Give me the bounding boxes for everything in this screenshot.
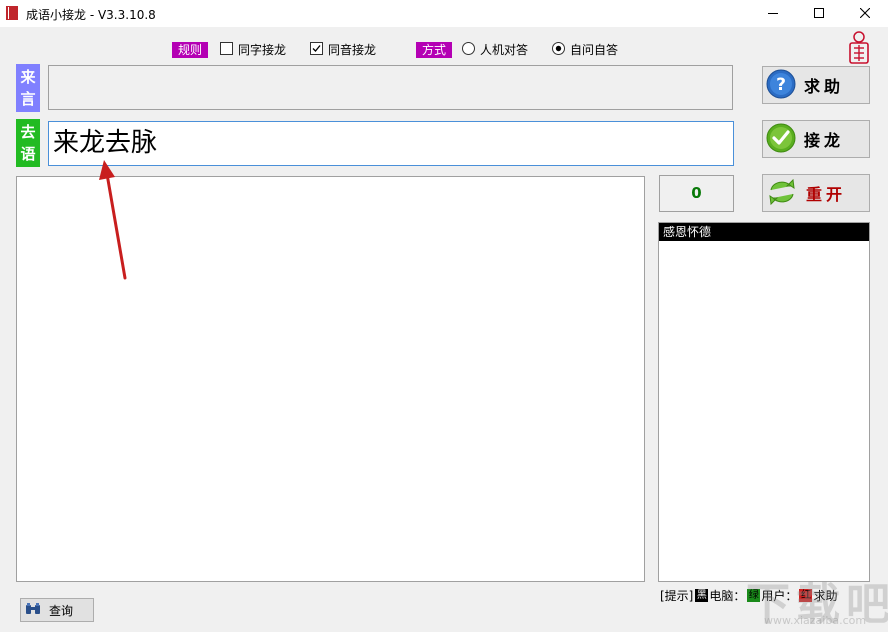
watermark-url: www.xiazaiba.com — [764, 614, 866, 627]
human-vs-pc-label[interactable]: 人机对答 — [480, 41, 528, 58]
app-book-icon — [6, 6, 18, 20]
restart-button[interactable]: 重开 — [762, 174, 870, 212]
chain-counter: 0 — [659, 175, 734, 212]
query-button[interactable]: 查询 — [20, 598, 94, 622]
come-label: 来 言 — [16, 64, 40, 112]
svg-text:?: ? — [776, 75, 786, 95]
same-char-checkbox[interactable] — [220, 42, 233, 55]
question-icon: ? — [766, 69, 796, 102]
go-label: 去 语 — [16, 119, 40, 167]
come-idiom-field — [48, 65, 733, 110]
seal-logo-icon — [846, 31, 872, 68]
come-label-char-2: 言 — [20, 88, 35, 110]
legend-black-swatch: 黑 — [695, 589, 708, 602]
go-label-char-1: 去 — [20, 121, 35, 143]
self-answer-radio[interactable] — [552, 42, 565, 55]
mode-tag: 方式 — [416, 42, 452, 58]
chain-button-label: 接龙 — [804, 127, 844, 151]
go-idiom-input[interactable]: 来龙去脉 — [48, 121, 734, 166]
human-vs-pc-radio[interactable] — [462, 42, 475, 55]
minimize-icon — [768, 7, 778, 21]
same-char-label[interactable]: 同字接龙 — [238, 41, 286, 58]
red-arrow-annotation — [98, 158, 132, 287]
list-item[interactable]: 感恩怀德 — [659, 223, 869, 241]
idiom-list[interactable]: 感恩怀德 — [658, 222, 870, 582]
self-answer-label[interactable]: 自问自答 — [570, 41, 618, 58]
checkmark-icon — [766, 123, 796, 156]
same-sound-checkbox[interactable] — [310, 42, 323, 55]
legend-prefix: [提示] — [660, 587, 693, 604]
refresh-icon — [766, 177, 798, 210]
rules-tag: 规则 — [172, 42, 208, 58]
same-sound-label[interactable]: 同音接龙 — [328, 41, 376, 58]
close-icon — [860, 7, 870, 21]
help-button[interactable]: ? 求助 — [762, 66, 870, 104]
minimize-button[interactable] — [750, 0, 796, 27]
go-label-char-2: 语 — [20, 143, 35, 165]
help-button-label: 求助 — [804, 73, 844, 97]
legend-pc-label: 电脑 — [709, 587, 733, 604]
come-label-char-1: 来 — [20, 66, 35, 88]
close-button[interactable] — [842, 0, 888, 27]
binoculars-icon — [25, 602, 41, 619]
chain-button[interactable]: 接龙 — [762, 120, 870, 158]
window-title: 成语小接龙 - V3.3.10.8 — [26, 6, 156, 23]
query-button-label: 查询 — [49, 602, 73, 619]
maximize-icon — [814, 7, 824, 21]
maximize-button[interactable] — [796, 0, 842, 27]
restart-button-label: 重开 — [806, 181, 846, 205]
